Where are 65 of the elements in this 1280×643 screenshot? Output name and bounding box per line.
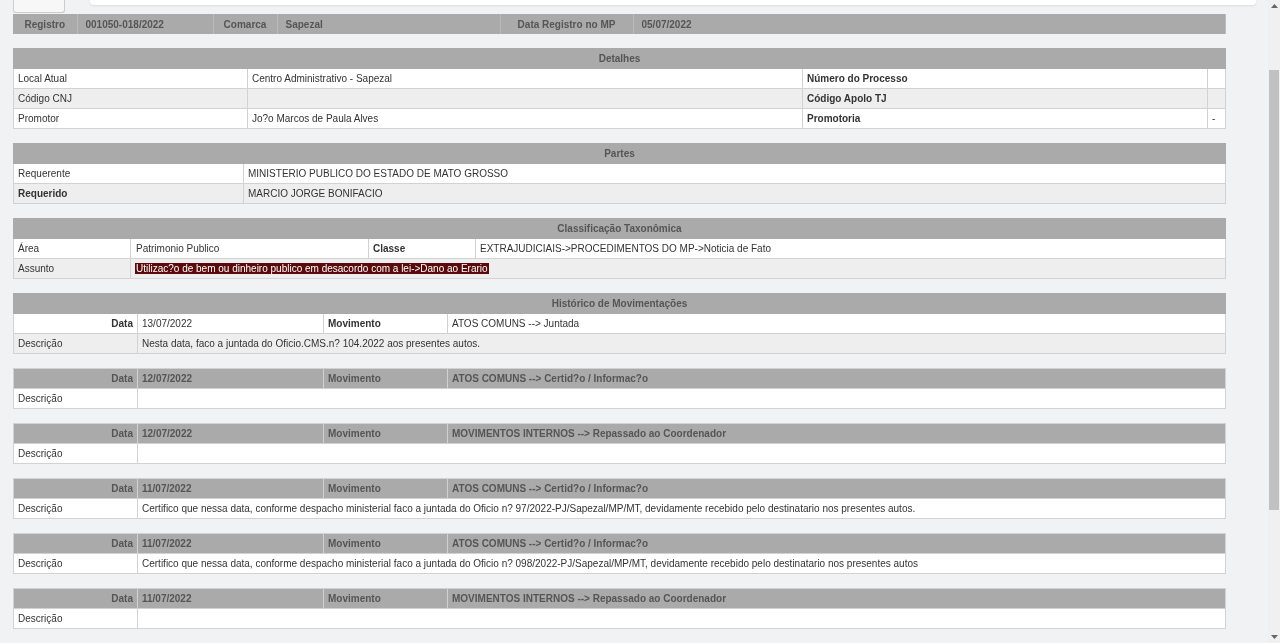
table-cell: Requerente	[13, 163, 244, 184]
table-cell: MOVIMENTOS INTERNOS --> Repassado ao Coordenador	[447, 423, 1226, 444]
table-cell: Movimento	[323, 423, 448, 444]
table-cell: Movimento	[323, 588, 448, 609]
field-label: Comarca	[213, 14, 277, 34]
table-cell: Código CNJ	[13, 88, 248, 109]
field-label: Data Registro no MP	[500, 14, 633, 34]
table-cell: MARCIO JORGE BONIFACIO	[243, 183, 1226, 204]
field-label: Registro	[13, 14, 77, 34]
scrollbar-thumb[interactable]	[1269, 70, 1279, 510]
table-cell: Patrimonio Publico	[130, 238, 369, 259]
table-cell: 11/07/2022	[137, 478, 324, 499]
table-cell: Movimento	[323, 533, 448, 554]
table-cell: Data	[13, 313, 138, 334]
table-cell: ATOS COMUNS --> Juntada	[447, 313, 1226, 334]
field-value: 05/07/2022	[633, 14, 1226, 34]
table-cell: Jo?o Marcos de Paula Alves	[247, 108, 803, 129]
table-cell: 12/07/2022	[137, 368, 324, 389]
table-cell: Certifico que nessa data, conforme despacho ministerial faco a juntada do Oficio n? 098/2022-PJ/Sapezal/MP/MT, devidamente recebido pelo destinatario nos presentes autos	[137, 553, 1226, 574]
table-cell	[1207, 68, 1226, 89]
section-header: Detalhes	[13, 48, 1226, 69]
table-cell: Centro Administrativo - Sapezal	[247, 68, 803, 89]
table-cell: Local Atual	[13, 68, 248, 89]
table-cell: Descrição	[13, 608, 138, 629]
table-cell: 12/07/2022	[137, 423, 324, 444]
table-cell: ATOS COMUNS --> Certid?o / Informac?o	[447, 478, 1226, 499]
section-header: Classificação Taxonômica	[13, 218, 1226, 239]
table-cell: Área	[13, 238, 131, 259]
table-cell: ATOS COMUNS --> Certid?o / Informac?o	[447, 533, 1226, 554]
table-cell: Descrição	[13, 388, 138, 409]
table-cell: Assunto	[13, 258, 131, 279]
table-cell: -	[1207, 108, 1226, 129]
table-cell: Movimento	[323, 313, 448, 334]
table-cell: Movimento	[323, 478, 448, 499]
table-cell: Movimento	[323, 368, 448, 389]
section-header: Partes	[13, 143, 1226, 164]
table-cell: Número do Processo	[802, 68, 1208, 89]
table-cell: Nesta data, faco a juntada do Oficio.CMS.n? 104.2022 aos presentes autos.	[137, 333, 1226, 354]
table-cell: Certifico que nessa data, conforme despacho ministerial faco a juntada do Oficio n? 97/2022-PJ/Sapezal/MP/MT, devidamente recebido pelo destinatario nos presentes autos.	[137, 498, 1226, 519]
table-cell: Descrição	[13, 553, 138, 574]
table-cell: Requerido	[13, 183, 244, 204]
table-cell: 11/07/2022	[137, 588, 324, 609]
table-cell: Descrição	[13, 333, 138, 354]
table-cell: Data	[13, 533, 138, 554]
table-cell: Código Apolo TJ	[802, 88, 1208, 109]
field-value: Sapezal	[277, 14, 500, 34]
table-cell: Classe	[368, 238, 476, 259]
table-cell: Descrição	[13, 443, 138, 464]
table-cell: MOVIMENTOS INTERNOS --> Repassado ao Coordenador	[447, 588, 1226, 609]
table-cell: Descrição	[13, 498, 138, 519]
table-cell: MINISTERIO PUBLICO DO ESTADO DE MATO GROSSO	[243, 163, 1226, 184]
table-cell: Data	[13, 588, 138, 609]
table-cell: Promotor	[13, 108, 248, 129]
table-cell: 11/07/2022	[137, 533, 324, 554]
table-cell: Promotoria	[802, 108, 1208, 129]
table-cell: EXTRAJUDICIAIS->PROCEDIMENTOS DO MP->Noticia de Fato	[475, 238, 1226, 259]
table-cell: 13/07/2022	[137, 313, 324, 334]
highlighted-text: Utilizac?o de bem ou dinheiro publico em desacordo com a lei->Dano ao Erario	[135, 263, 489, 274]
table-cell: Data	[13, 423, 138, 444]
field-value: 001050-018/2022	[77, 14, 213, 34]
table-cell: Data	[13, 368, 138, 389]
table-cell	[1207, 88, 1226, 109]
table-cell: Data	[13, 478, 138, 499]
table-cell: ATOS COMUNS --> Certid?o / Informac?o	[447, 368, 1226, 389]
section-header: Histórico de Movimentações	[13, 293, 1226, 314]
